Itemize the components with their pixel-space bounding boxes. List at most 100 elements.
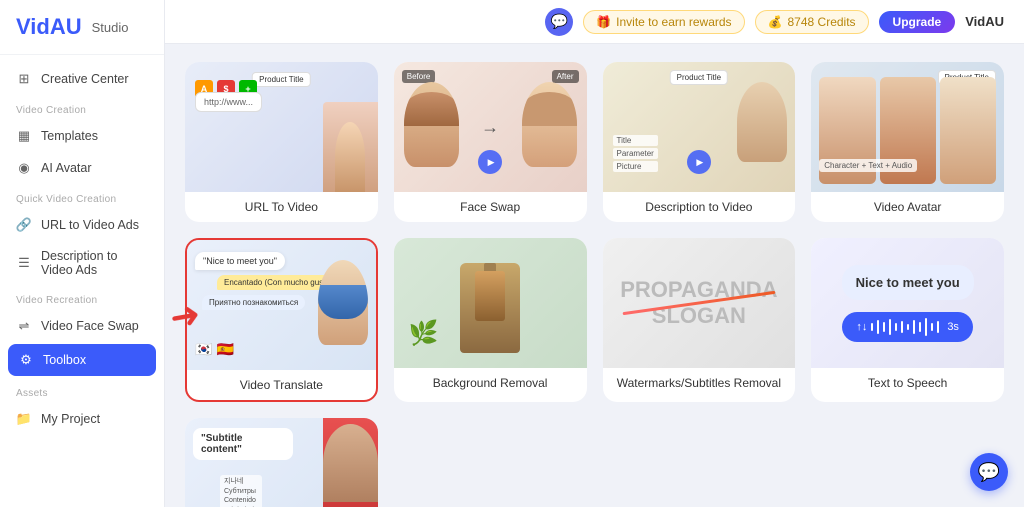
wave-bar-12 [937, 321, 939, 333]
tts-waveform: ↑↓ 3s [842, 312, 973, 342]
subtitle-person [323, 418, 378, 507]
translate-shirt [318, 285, 368, 319]
card-video-translate[interactable]: "Nice to meet you" Encantado (Con mucho … [185, 238, 378, 402]
tts-duration: 3s [947, 321, 959, 333]
card-url-to-video[interactable]: Product Title A $ + http://www... URL [185, 62, 378, 222]
card-desc-to-video[interactable]: Product Title Title Parameter Picture ▶ … [603, 62, 796, 222]
tts-text: Nice to meet you [856, 275, 960, 290]
desc-title-label: Title [613, 135, 658, 146]
bottle-body [475, 271, 505, 321]
sidebar-item-desc-video-ads[interactable]: ☰ Description to Video Ads [0, 241, 164, 285]
project-icon: 📁 [16, 411, 32, 427]
desc-picture-label: Picture [613, 161, 658, 172]
nav-section-video-recreation: Video Recreation [0, 285, 164, 310]
card-thumb-face: Before → After ▶ [394, 62, 587, 192]
toolbox-icon: ⚙ [18, 352, 34, 368]
main-area: 💬 🎁 Invite to earn rewards 💰 8748 Credit… [165, 0, 1024, 507]
card-label: Description to Video [603, 192, 796, 222]
card-thumb-url: Product Title A $ + http://www... [185, 62, 378, 192]
after-label: After [552, 70, 579, 83]
rewards-button[interactable]: 🎁 Invite to earn rewards [583, 10, 744, 34]
play-button-desc: ▶ [687, 150, 711, 174]
card-label: Background Removal [394, 368, 587, 398]
bottle-shape [460, 263, 520, 353]
sidebar-item-label: URL to Video Ads [41, 218, 139, 232]
topbar: 💬 🎁 Invite to earn rewards 💰 8748 Credit… [165, 0, 1024, 44]
credits-display: 💰 8748 Credits [755, 10, 869, 34]
card-text-to-speech[interactable]: Nice to meet you ↑↓ [811, 238, 1004, 402]
sidebar-item-label: AI Avatar [41, 161, 92, 175]
face-head [404, 92, 459, 126]
wave-bar-7 [907, 324, 909, 330]
person-shape [335, 122, 365, 192]
sidebar-item-url-video-ads[interactable]: 🔗 URL to Video Ads [0, 209, 164, 241]
card-bg-removal[interactable]: 🌿 Background Removal [394, 238, 587, 402]
card-label: Video Avatar [811, 192, 1004, 222]
avatar-char-label: Character + Text + Audio [819, 159, 917, 172]
chat-button[interactable]: 💬 [970, 453, 1008, 491]
logo: VidAU Studio [0, 0, 164, 55]
user-name: VidAU [965, 14, 1004, 29]
card-video-avatar[interactable]: Product Title Character + Text + Audio V… [811, 62, 1004, 222]
avatar-icon: ◉ [16, 160, 32, 176]
face-after [522, 82, 577, 167]
sidebar-item-label: Templates [41, 129, 98, 143]
card-watermark-removal[interactable]: PROPAGANDA SLOGAN Watermarks/Subtitles R… [603, 238, 796, 402]
swap-icon: ⇌ [16, 318, 32, 334]
play-icon2: ▶ [696, 157, 703, 168]
card-thumb-bg: 🌿 [394, 238, 587, 368]
content-area: Product Title A $ + http://www... URL [165, 44, 1024, 507]
wave-bar-10 [925, 318, 927, 336]
sidebar-item-toolbox[interactable]: ⚙ Toolbox [8, 344, 156, 376]
sidebar-item-label: Creative Center [41, 72, 129, 86]
sidebar-item-my-project[interactable]: 📁 My Project [0, 403, 164, 435]
wave-bar-4 [889, 319, 891, 335]
rewards-label: Invite to earn rewards [616, 15, 731, 29]
desc-person [737, 82, 787, 162]
sidebar-item-templates[interactable]: ▦ Templates [0, 120, 164, 152]
sidebar-item-face-swap[interactable]: ⇌ Video Face Swap [0, 310, 164, 342]
tts-icon: ↑↓ [856, 321, 867, 333]
card-subtitle[interactable]: "Subtitle content" 🇰🇷 🇪🇸 지나네СубтитрыCont… [185, 418, 378, 507]
card-label: Face Swap [394, 192, 587, 222]
card-label: Text to Speech [811, 368, 1004, 398]
logo-text: VidAU [16, 14, 82, 40]
translate-person [318, 260, 368, 345]
sidebar-nav: ⊞ Creative Center Video Creation ▦ Templ… [0, 55, 164, 507]
subtitle-text: "Subtitle content" [193, 428, 293, 460]
discord-icon[interactable]: 💬 [545, 8, 573, 36]
translate-speech3: Приятно познакомиться [202, 295, 305, 310]
person-thumbnail [323, 102, 378, 192]
face-after-head [522, 92, 577, 126]
card-thumb-watermark: PROPAGANDA SLOGAN [603, 238, 796, 368]
wave-bar-5 [895, 323, 897, 331]
wave-bar-11 [931, 323, 933, 331]
sidebar-item-label: My Project [41, 412, 100, 426]
play-button-face: ▶ [478, 150, 502, 174]
desc-icon: ☰ [16, 255, 32, 271]
upgrade-button[interactable]: Upgrade [879, 11, 956, 33]
url-box: http://www... [195, 92, 262, 112]
swap-arrow: → [481, 117, 499, 138]
cards-grid: Product Title A $ + http://www... URL [185, 62, 1004, 507]
logo-vid: VidAU [16, 14, 82, 39]
sidebar-item-creative-center[interactable]: ⊞ Creative Center [0, 63, 164, 95]
credits-value: 8748 Credits [788, 15, 856, 29]
card-label: Watermarks/Subtitles Removal [603, 368, 796, 398]
sidebar-item-ai-avatar[interactable]: ◉ AI Avatar [0, 152, 164, 184]
wave-bar-1 [871, 323, 873, 331]
logo-studio: Studio [92, 20, 129, 35]
desc-param-labels: Title Parameter Picture [613, 135, 658, 172]
wave-bar-9 [919, 322, 921, 332]
card-label: URL To Video [185, 192, 378, 222]
play-icon: ▶ [488, 157, 495, 168]
card-face-swap[interactable]: Before → After ▶ Face Swap [394, 62, 587, 222]
tts-text-bubble: Nice to meet you [842, 265, 974, 300]
wave-bar-2 [877, 320, 879, 334]
sidebar-item-label: Video Face Swap [41, 319, 139, 333]
avatar-img3 [940, 77, 996, 184]
card-label: Video Translate [187, 370, 376, 400]
nav-section-video-creation: Video Creation [0, 95, 164, 120]
desc-product-title: Product Title [670, 70, 728, 85]
credits-icon: 💰 [768, 15, 783, 29]
